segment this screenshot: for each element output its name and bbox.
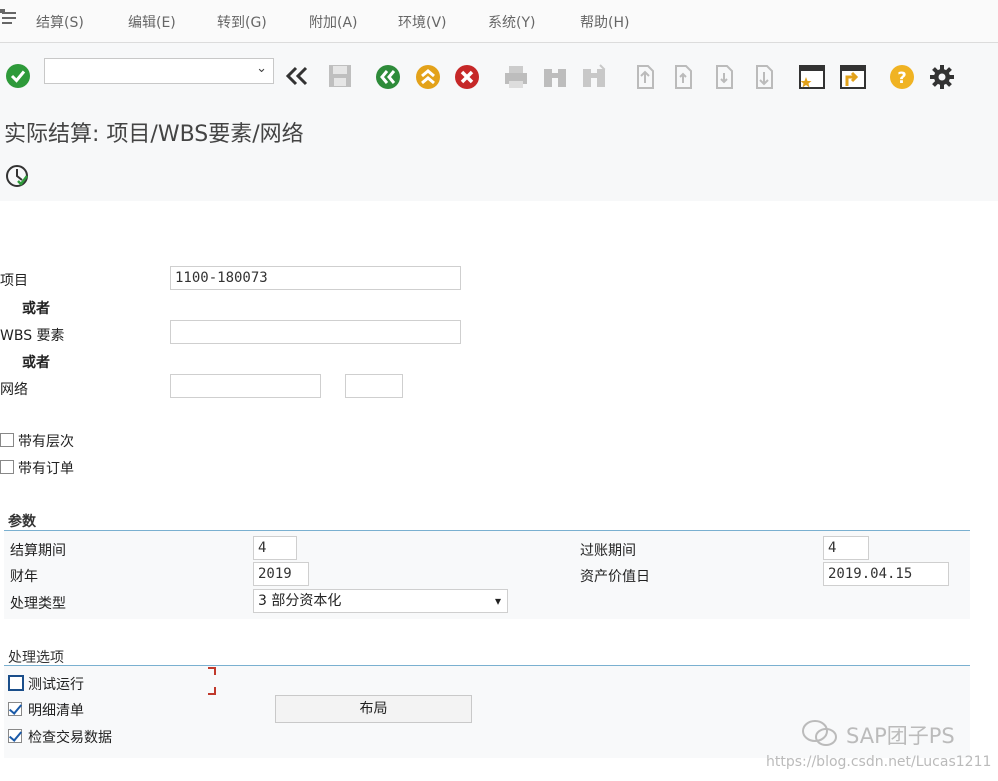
params-section-title: 参数	[8, 514, 36, 530]
wbs-input[interactable]	[170, 320, 461, 344]
processing-type-value: 3 部分资本化	[258, 593, 342, 609]
detail-list-checkbox[interactable]	[8, 702, 22, 716]
chevron-down-icon[interactable]: ▾	[495, 590, 501, 612]
cancel-icon[interactable]	[453, 63, 481, 91]
test-run-label: 测试运行	[28, 677, 84, 693]
command-field[interactable]: ⌄	[44, 58, 274, 84]
exit-icon[interactable]	[414, 63, 442, 91]
help-icon[interactable]: ?	[888, 63, 916, 91]
with-hierarchy-label: 带有层次	[18, 434, 74, 450]
save-icon[interactable]	[326, 62, 354, 90]
posting-period-label: 过账期间	[580, 543, 636, 559]
wechat-icon	[802, 720, 837, 746]
menu-system[interactable]: 系统(Y)	[488, 12, 535, 32]
settlement-period-input[interactable]: 4	[253, 536, 297, 560]
project-input[interactable]: 1100-180073	[170, 266, 461, 290]
new-session-icon[interactable]	[797, 62, 827, 92]
processing-type-label: 处理类型	[10, 596, 66, 612]
back-icon[interactable]	[374, 63, 402, 91]
settlement-period-label: 结算期间	[10, 543, 66, 559]
detail-list-label: 明细清单	[28, 703, 84, 719]
prev-page-icon[interactable]	[670, 63, 696, 91]
check-trans-checkbox[interactable]	[8, 729, 22, 743]
fiscal-year-input[interactable]: 2019	[253, 562, 309, 586]
test-run-checkbox[interactable]	[8, 675, 24, 691]
enter-icon[interactable]	[4, 62, 32, 90]
menu-environment[interactable]: 环境(V)	[398, 12, 447, 32]
processing-type-select[interactable]: 3 部分资本化 ▾	[253, 589, 508, 613]
focus-bracket-bottom	[208, 687, 216, 695]
options-section-title: 处理选项	[8, 650, 64, 666]
layout-button[interactable]: 布局	[275, 695, 472, 723]
asset-value-date-input[interactable]: 2019.04.15	[823, 562, 949, 586]
or-label-1: 或者	[22, 301, 50, 317]
check-trans-label: 检查交易数据	[28, 730, 112, 746]
execute-icon[interactable]	[4, 163, 30, 189]
first-page-icon[interactable]	[632, 63, 658, 91]
page-title: 实际结算: 项目/WBS要素/网络	[4, 122, 304, 147]
next-page-icon[interactable]	[711, 63, 737, 91]
network-label: 网络	[0, 382, 28, 398]
menu-settle[interactable]: 结算(S)	[36, 12, 84, 32]
shortcut-icon[interactable]	[838, 62, 868, 92]
menu-bar: 结算(S) 编辑(E) 转到(G) 附加(A) 环境(V) 系统(Y) 帮助(H…	[0, 0, 998, 43]
menu-extras[interactable]: 附加(A)	[309, 12, 358, 32]
network-input[interactable]	[170, 374, 321, 398]
with-orders-label: 带有订单	[18, 461, 74, 477]
watermark-url: https://blog.csdn.net/Lucas1211	[766, 754, 992, 770]
menu-edit[interactable]: 编辑(E)	[128, 12, 176, 32]
print-icon[interactable]	[502, 63, 530, 91]
with-hierarchy-checkbox[interactable]	[0, 433, 14, 447]
menu-goto[interactable]: 转到(G)	[217, 12, 267, 32]
project-label: 项目	[0, 273, 28, 289]
wbs-label: WBS 要素	[0, 328, 65, 344]
chevron-down-icon[interactable]: ⌄	[256, 61, 267, 76]
watermark-brand: SAP团子PS	[846, 724, 955, 748]
posting-period-input[interactable]: 4	[823, 536, 869, 560]
or-label-2: 或者	[22, 355, 50, 371]
last-page-icon[interactable]	[751, 63, 777, 91]
fiscal-year-label: 财年	[10, 569, 38, 585]
network-activity-input[interactable]	[345, 374, 403, 398]
with-orders-checkbox[interactable]	[0, 460, 14, 474]
back-double-icon[interactable]	[284, 64, 310, 88]
focus-bracket-top	[208, 667, 216, 675]
find-icon[interactable]	[541, 63, 569, 91]
menu-help[interactable]: 帮助(H)	[580, 12, 629, 32]
settings-icon[interactable]	[928, 63, 956, 91]
find-next-icon[interactable]	[580, 63, 608, 91]
menu-icon[interactable]	[0, 9, 22, 27]
asset-value-date-label: 资产价值日	[580, 569, 650, 585]
svg-text:?: ?	[897, 68, 906, 87]
